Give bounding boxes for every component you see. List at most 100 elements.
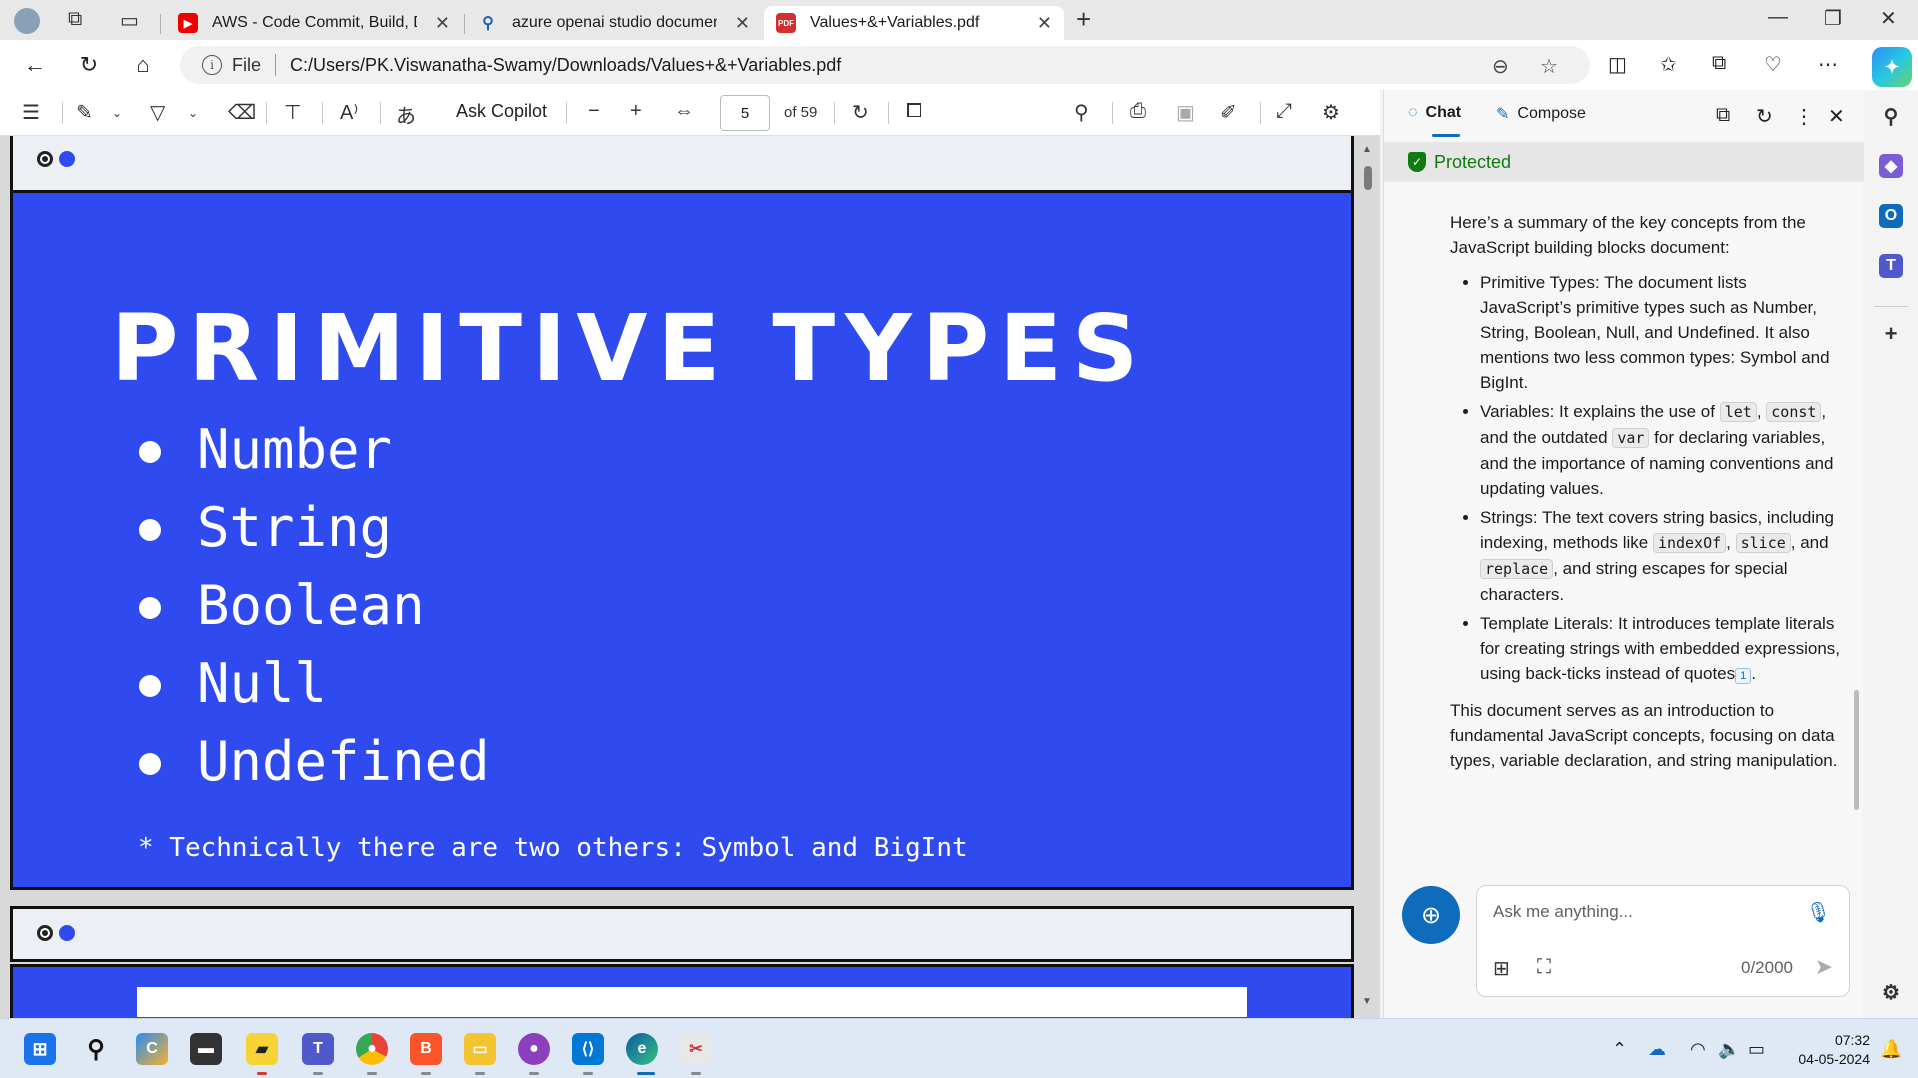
scroll-up-icon[interactable]: ▲ [1362,144,1372,155]
file-manager-icon[interactable]: ▬ [190,1033,222,1065]
new-topic-button[interactable]: ⊕ [1402,886,1460,944]
folder-icon[interactable]: ▭ [464,1033,496,1065]
copilot-icon[interactable]: ✦ [1872,47,1912,87]
search-icon: ⚲ [482,15,494,32]
tab-chat[interactable]: ◌ Chat [1408,104,1461,137]
copilot-apps-icon[interactable]: ◆ [1879,154,1903,178]
github-desktop-icon[interactable]: ● [518,1033,550,1065]
close-icon[interactable]: ✕ [735,13,750,34]
collections-icon[interactable]: ⧉ [1712,52,1726,75]
translate-icon[interactable]: あ [396,100,416,129]
close-icon[interactable]: ✕ [435,13,450,34]
eraser-icon[interactable]: ⌫ [228,100,256,125]
zoom-out-icon[interactable]: ⊖ [1492,54,1509,79]
notification-bell-icon[interactable]: 🔔 [1880,1039,1902,1060]
microphone-icon[interactable]: 🎙 [1806,900,1831,925]
slide-footnote: * Technically there are two others: Symb… [138,833,968,863]
tab-pdf[interactable]: PDF Values+&+Variables.pdf ✕ [764,6,1064,40]
vscode-icon[interactable]: ⟨⟩ [572,1033,604,1065]
restore-button[interactable]: ❐ [1824,6,1842,31]
search-icon[interactable]: ⚲ [1074,100,1089,125]
add-icon[interactable]: + [1879,321,1903,346]
new-tab-button[interactable]: + [1076,4,1091,35]
battery-icon[interactable]: ▭ [1748,1039,1765,1060]
send-icon[interactable]: ➤ [1815,954,1833,980]
chat-input[interactable] [1493,902,1793,922]
scroll-down-icon[interactable]: ▼ [1362,996,1372,1007]
chevron-down-icon[interactable]: ⌄ [112,106,122,120]
more-options-icon[interactable]: ⋮ [1794,104,1814,129]
browser-essentials-icon[interactable]: ♡ [1764,52,1782,77]
zoom-in-icon[interactable]: + [630,100,642,123]
search-icon[interactable]: ⚲ [80,1033,112,1065]
windows-start-icon[interactable]: ⊞ [24,1033,56,1065]
fit-width-icon[interactable]: ⇔ [674,100,694,123]
char-counter: 0/2000 [1741,958,1793,977]
address-bar[interactable]: i File C:/Users/PK.Viswanatha-Swamy/Down… [180,46,1590,84]
more-menu-icon[interactable]: ⋯ [1818,52,1838,77]
list-item: Strings: The text covers string basics, … [1480,505,1840,607]
fullscreen-icon[interactable]: ⤢ [1276,100,1292,123]
settings-gear-icon[interactable]: ⚙ [1879,980,1903,1004]
brave-icon[interactable]: B [410,1033,442,1065]
contents-icon[interactable]: ☰ [22,100,40,125]
refresh-button[interactable]: ↻ [74,50,104,80]
read-aloud-icon[interactable]: A⁾ [340,100,358,125]
zoom-out-icon[interactable]: − [588,100,600,123]
teams-icon[interactable]: T [302,1033,334,1065]
teams-icon[interactable]: T [1879,254,1903,278]
profile-avatar[interactable] [14,8,40,34]
favorites-icon[interactable]: ✩ [1660,52,1677,77]
chevron-up-icon[interactable]: ⌃ [1612,1039,1627,1060]
refresh-icon[interactable]: ↻ [1756,104,1773,129]
wifi-icon[interactable]: ◠ [1690,1039,1706,1060]
draw-icon[interactable]: ▽ [150,100,165,125]
split-screen-icon[interactable]: ◫ [1608,52,1627,77]
close-icon[interactable]: ✕ [1828,104,1845,129]
circle-icon [59,925,75,941]
save-icon[interactable]: ▣ [1176,100,1195,125]
search-icon[interactable]: ⚲ [1879,104,1903,128]
pdf-scrollbar[interactable]: ▲ ▼ [1362,144,1374,1016]
add-text-icon[interactable]: ⊤ [284,100,301,125]
tab-actions-icon[interactable]: ▭ [120,8,139,33]
pdf-viewer[interactable]: PRIMITIVE TYPES Number String Boolean Nu… [0,136,1380,1018]
volume-icon[interactable]: 🔈 [1718,1039,1740,1060]
sticky-notes-icon[interactable]: ▰ [246,1033,278,1065]
rotate-icon[interactable]: ↻ [852,100,869,125]
ask-copilot-button[interactable]: Ask Copilot [456,101,547,122]
tab-azure[interactable]: ⚲ azure openai studio documentat ✕ [466,6,762,40]
panel-scrollbar[interactable] [1854,690,1859,810]
page-number-input[interactable]: 5 [720,95,770,131]
settings-gear-icon[interactable]: ⚙ [1322,100,1340,125]
open-in-new-icon[interactable]: ⧉ [1716,104,1730,127]
chevron-down-icon[interactable]: ⌄ [188,106,198,120]
add-image-icon[interactable]: ⊞ [1493,956,1510,981]
citation-link[interactable]: 1 [1735,668,1752,684]
close-window-button[interactable]: ✕ [1880,6,1897,31]
scroll-thumb[interactable] [1364,166,1372,190]
back-button[interactable]: ← [20,50,50,80]
workspaces-icon[interactable]: ⧉ [68,8,82,31]
print-icon[interactable]: ⎙ [1130,100,1146,123]
tab-label: Values+&+Variables.pdf [810,14,980,31]
url-text[interactable]: C:/Users/PK.Viswanatha-Swamy/Downloads/V… [290,55,841,76]
chrome-icon[interactable]: ● [356,1033,388,1065]
onedrive-icon[interactable]: ☁ [1648,1039,1666,1060]
clock[interactable]: 07:32 04-05-2024 [1780,1031,1870,1069]
favorite-star-icon[interactable]: ☆ [1540,54,1558,79]
info-icon[interactable]: i [202,55,222,75]
home-button[interactable]: ⌂ [128,50,158,80]
outlook-icon[interactable]: O [1879,204,1903,228]
tab-compose[interactable]: ✎ Compose [1496,104,1586,124]
highlight-icon[interactable]: ✎ [76,100,93,125]
minimize-button[interactable]: — [1768,6,1788,29]
screenshot-icon[interactable]: ⛶ [1537,956,1551,979]
save-as-icon[interactable]: ✐ [1220,100,1237,125]
close-icon[interactable]: ✕ [1037,13,1052,34]
snipping-tool-icon[interactable]: ✂ [680,1033,712,1065]
page-view-icon[interactable]: ⧠ [906,100,922,123]
edge-icon[interactable]: e [626,1033,658,1065]
tab-aws[interactable]: ▶ AWS - Code Commit, Build, Depl ✕ [166,6,462,40]
copilot-taskbar-icon[interactable]: C [136,1033,168,1065]
